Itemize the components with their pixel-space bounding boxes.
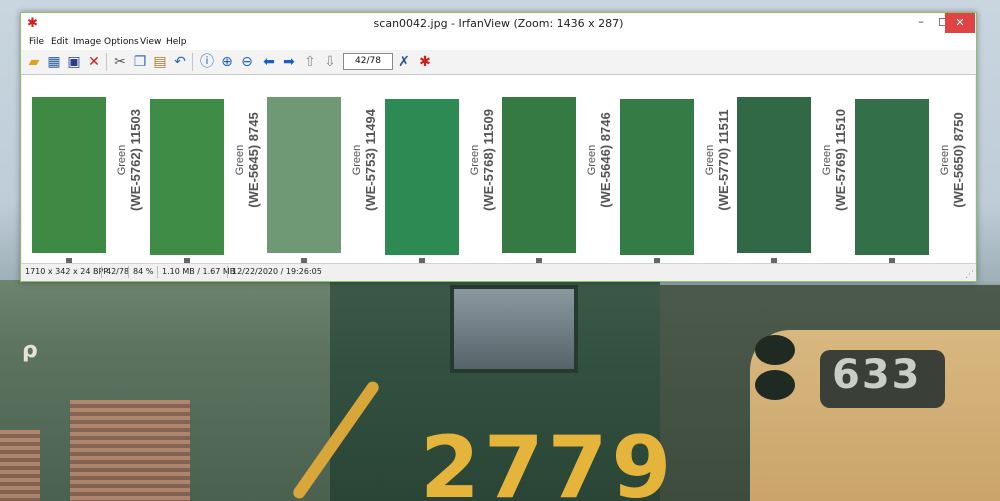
headlight [755,335,795,365]
paste-icon[interactable]: ▤ [151,53,169,71]
color-swatch [737,97,811,253]
swatch-label: Green (WE-5753) 11494 [351,95,378,225]
swatch-label: Green (WE-5762) 11503 [116,95,143,225]
next-icon[interactable]: ➡ [280,53,298,71]
swatch-label: Green (WE-5645) 8745 [234,95,261,225]
status-datetime: 12/22/2020 / 19:26:05 [232,267,322,276]
menu-bar: File Edit Image Options View Help [21,35,976,50]
status-memory: 1.10 MB / 1.67 MB [162,267,236,276]
menu-help[interactable]: Help [166,36,187,49]
swatch-code: (WE-5769) 11510 [833,109,848,211]
irfanview-window: ✱ scan0042.jpg - IrfanView (Zoom: 1436 x… [20,12,977,282]
swatch-code: (WE-5753) 11494 [363,109,378,211]
louver-panel [0,430,40,501]
color-swatch [854,99,929,255]
title-bar[interactable]: ✱ scan0042.jpg - IrfanView (Zoom: 1436 x… [21,13,976,35]
toolbar-separator [192,53,193,71]
loco-number-center: 2779 [420,418,676,501]
menu-image[interactable]: Image [73,36,101,49]
exit-icon[interactable]: ✱ [416,53,434,71]
menu-view[interactable]: View [140,36,161,49]
window-title: scan0042.jpg - IrfanView (Zoom: 1436 x 2… [373,17,624,30]
menu-file[interactable]: File [29,36,44,49]
swatch-label: Green (WE-5769) 11510 [821,95,848,225]
first-page-icon[interactable]: ⇧ [301,53,319,71]
menu-edit[interactable]: Edit [51,36,68,49]
headlight [755,370,795,400]
swatch-code: (WE-5645) 8745 [245,112,261,208]
color-swatch [149,99,224,255]
color-swatch [384,99,459,255]
slideshow-icon[interactable]: ▦ [45,53,63,71]
status-separator [157,266,158,278]
color-swatch [32,97,106,253]
page-counter-field[interactable]: 42/78 [343,53,393,70]
color-swatch [502,97,576,253]
swatch-color-name: Green [821,144,833,176]
open-folder-icon[interactable]: ▰ [25,53,43,71]
swatch-label: Green (WE-5650) 8750 [939,95,966,225]
swatch-label: Green (WE-5768) 11509 [469,95,496,225]
color-swatch [267,97,341,253]
image-canvas[interactable]: Green (WE-5762) 11503 Green (WE-5645) 8745 G… [22,75,975,263]
swatch-color-name: Green [116,144,128,176]
status-dimensions: 1710 x 342 x 24 BPP [25,267,109,276]
zoom-out-icon[interactable]: ⊖ [238,53,256,71]
swatch-code: (WE-5770) 11511 [715,109,731,211]
toolbar: ▰ ▦ ▣ ✕ ✂ ❐ ▤ ↶ ⓘ ⊕ ⊖ ⬅ ➡ ⇧ ⇩ 42/78 ✗ ✱ [21,50,976,75]
louver-panel [70,400,190,501]
status-separator [128,266,129,278]
swatch-color-name: Green [468,144,481,176]
status-bar: 1710 x 342 x 24 BPP 42/78 84 % 1.10 MB /… [21,263,976,281]
swatch-code: (WE-5646) 8746 [598,112,613,208]
swatch-color-name: Green [351,144,363,176]
swatch-label: Green (WE-5646) 8746 [586,95,613,225]
cab-window [450,285,578,373]
info-icon[interactable]: ⓘ [198,53,216,71]
status-zoom: 84 % [133,267,154,276]
status-page: 42/78 [106,267,130,276]
loco-number-right: 633 [832,352,922,398]
color-swatch [619,99,694,255]
zoom-in-icon[interactable]: ⊕ [218,53,236,71]
toolbar-separator [106,53,107,71]
swatch-color-name: Green [938,144,951,176]
status-separator [101,266,102,278]
copy-icon[interactable]: ❐ [131,53,149,71]
previous-icon[interactable]: ⬅ [260,53,278,71]
swatch-code: (WE-5768) 11509 [480,109,496,211]
close-button[interactable]: ✕ [945,13,975,33]
swatch-color-name: Green [703,144,716,176]
menu-options[interactable]: Options [104,36,139,49]
swatch-color-name: Green [233,144,246,176]
status-separator [227,266,228,278]
delete-icon[interactable]: ✕ [85,53,103,71]
swatch-code: (WE-5762) 11503 [128,109,143,211]
swatch-label: Green (WE-5770) 11511 [704,95,731,225]
undo-icon[interactable]: ↶ [171,53,189,71]
save-icon[interactable]: ▣ [65,53,83,71]
settings-icon[interactable]: ✗ [395,53,413,71]
swatch-color-name: Green [586,144,598,176]
swatch-code: (WE-5650) 8750 [950,112,966,208]
cut-icon[interactable]: ✂ [111,53,129,71]
resize-grip-icon[interactable]: ⋰ [965,270,974,280]
loco-text-left: ρ [22,338,38,363]
last-page-icon[interactable]: ⇩ [321,53,339,71]
